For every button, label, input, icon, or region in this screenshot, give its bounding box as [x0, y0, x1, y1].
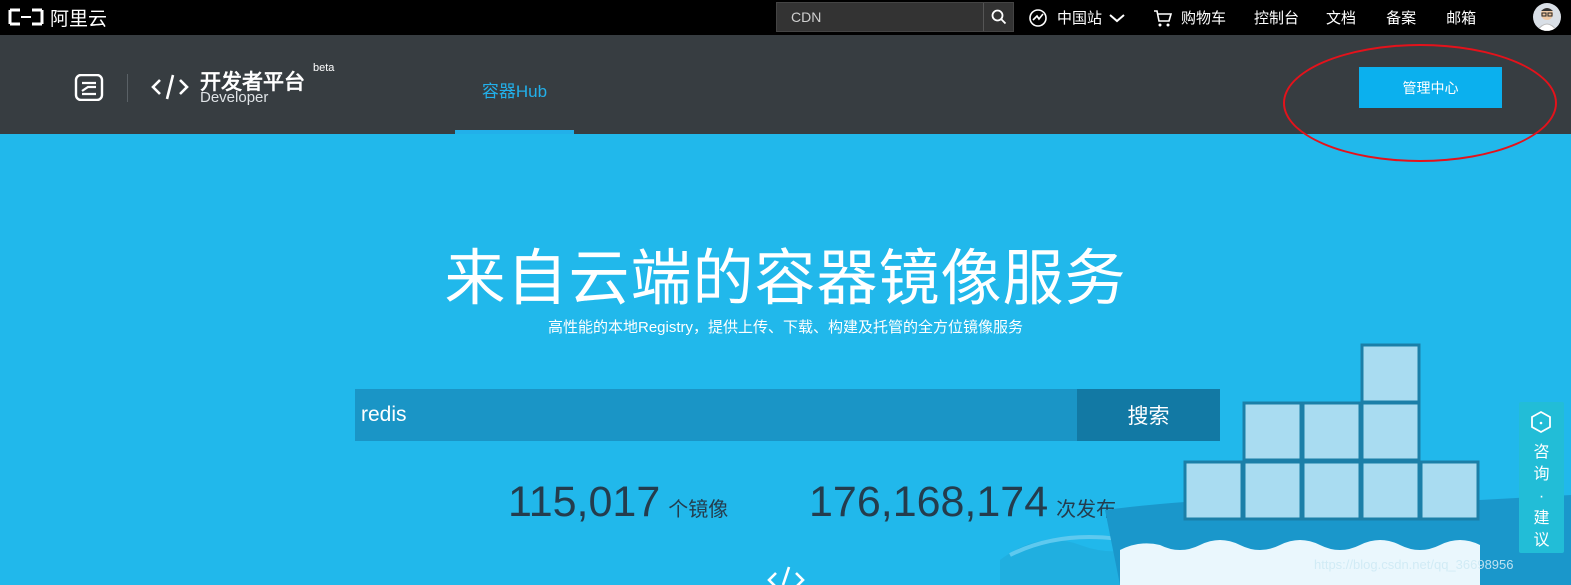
- logo-text: 阿里云: [50, 8, 108, 30]
- tab-container-hub[interactable]: 容器Hub: [455, 35, 574, 134]
- container-ship-illustration: [1000, 343, 1571, 585]
- console-link[interactable]: 控制台: [1254, 0, 1299, 35]
- cart-link[interactable]: 购物车: [1153, 0, 1226, 35]
- aliyun-logo[interactable]: 阿里云: [8, 5, 108, 30]
- top-nav: 中国站 购物车 控制台 文档 备案 邮箱: [1028, 0, 1476, 35]
- cart-icon: [1154, 9, 1173, 26]
- globe-icon: [1029, 8, 1047, 27]
- search-icon: [991, 9, 1006, 25]
- csdn-watermark: https://blog.csdn.net/qq_36698956: [1314, 557, 1514, 572]
- feedback-char-2: 询: [1533, 466, 1550, 483]
- aliyun-logo-icon: [8, 8, 44, 26]
- chevron-down-icon: [1109, 13, 1125, 22]
- filing-label: 备案: [1386, 10, 1417, 27]
- image-count-value: 115,017: [508, 478, 661, 526]
- developer-logo[interactable]: [150, 72, 190, 102]
- tab-container-hub-label: 容器Hub: [481, 82, 548, 101]
- header-divider: [127, 74, 128, 102]
- mail-link[interactable]: 邮箱: [1446, 0, 1476, 35]
- avatar-icon: [1536, 8, 1558, 31]
- console-label: 控制台: [1254, 10, 1300, 27]
- image-count-label: 个镜像: [668, 499, 729, 521]
- docs-label: 文档: [1326, 10, 1357, 27]
- feedback-label: 咨 询 · 建 议: [1519, 442, 1564, 552]
- mail-label: 邮箱: [1446, 10, 1477, 27]
- beta-badge: beta: [313, 62, 335, 74]
- chat-bubble-icon: [1531, 410, 1551, 434]
- feedback-char-1: 咨: [1533, 444, 1550, 461]
- developer-code-icon: [767, 566, 805, 585]
- hero-subtitle: 高性能的本地Registry，提供上传、下载、构建及托管的全方位镜像服务: [547, 319, 1023, 336]
- cart-label: 购物车: [1181, 10, 1227, 27]
- code-icon: [151, 74, 189, 100]
- feedback-char-4: 议: [1533, 532, 1550, 549]
- image-count-stat: 115,017 个镜像: [508, 478, 728, 527]
- top-search-button[interactable]: [983, 3, 1013, 31]
- cloud-logo-icon: [74, 73, 104, 102]
- feedback-char-3: 建: [1533, 510, 1550, 527]
- hero-title: 来自云端的容器镜像服务: [444, 244, 1127, 312]
- region-label: 中国站: [1057, 10, 1103, 27]
- active-tab-indicator: [455, 130, 574, 134]
- avatar[interactable]: [1533, 3, 1561, 31]
- region-selector[interactable]: 中国站: [1028, 0, 1126, 35]
- aliyun-cloud-logo[interactable]: [74, 73, 104, 102]
- top-search: [776, 2, 1014, 32]
- docs-link[interactable]: 文档: [1326, 0, 1356, 35]
- feedback-float-button[interactable]: 咨 询 · 建 议: [1519, 402, 1564, 553]
- top-search-input[interactable]: [777, 3, 983, 31]
- red-annotation-circle: [1283, 44, 1557, 162]
- filing-link[interactable]: 备案: [1386, 0, 1416, 35]
- image-search-input[interactable]: [355, 389, 1077, 441]
- platform-subtitle: Developer: [200, 89, 269, 106]
- feedback-separator: ·: [1538, 488, 1545, 505]
